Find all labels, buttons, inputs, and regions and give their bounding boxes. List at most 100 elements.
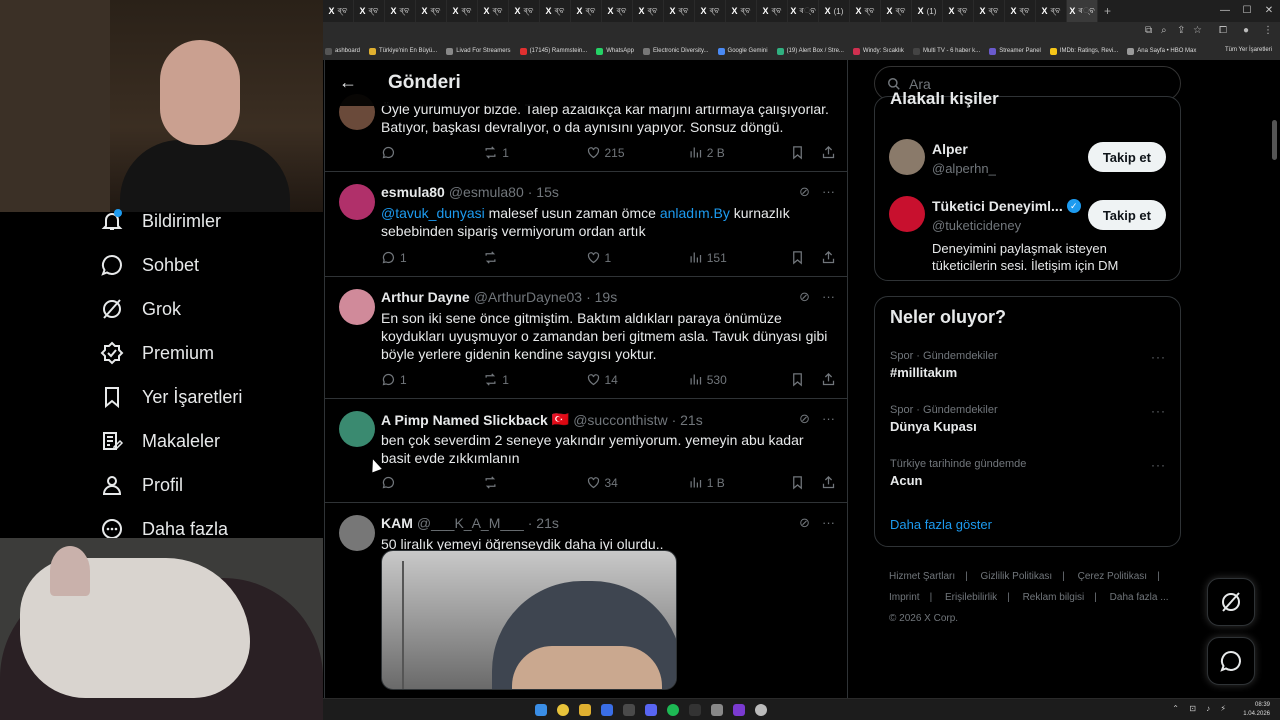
page-scrollbar[interactable] (1272, 120, 1277, 160)
bookmark-item[interactable]: Livad For Streamers (446, 47, 511, 55)
browser-tab[interactable]: X ৰ্‌ବ (943, 0, 974, 22)
browser-tab[interactable]: X ৰ্‌ବ (385, 0, 416, 22)
author-name[interactable]: A Pimp Named Slickback (381, 412, 548, 428)
browser-tab[interactable]: X ৰ্‌ବ (602, 0, 633, 22)
share-post-icon[interactable] (821, 250, 836, 265)
browser-tab[interactable]: X ৰ୍‌ବ (788, 0, 819, 22)
footer-link[interactable]: Gizlilik Politikası (981, 571, 1053, 582)
author-handle[interactable]: @esmula80 (449, 184, 524, 200)
browser-tab[interactable]: X ৰ্‌ବ (974, 0, 1005, 22)
star-icon[interactable]: ☆ (1193, 25, 1202, 36)
avatar[interactable] (889, 139, 925, 175)
trend-item[interactable]: Spor · Gündemdekiler #millitakım ··· (890, 350, 1166, 380)
install-icon[interactable]: ⧉ (1145, 25, 1152, 36)
like-button[interactable]: 1 (586, 250, 626, 265)
messages-fab-button[interactable] (1207, 637, 1255, 685)
share-post-icon[interactable] (821, 145, 836, 160)
post-time[interactable]: · 19s (586, 289, 617, 305)
bookmark-item[interactable]: WhatsApp (596, 47, 634, 55)
browser-tab[interactable]: X ৰ্‌ବ (695, 0, 726, 22)
bookmark-item[interactable]: (17145) Rammstein... (519, 47, 587, 55)
repost-button[interactable] (483, 475, 523, 490)
grok-icon[interactable]: ⊘ (799, 289, 810, 305)
trend-item[interactable]: Türkiye tarihinde gündemde Acun ··· (890, 458, 1166, 488)
repost-button[interactable]: 1 (483, 145, 523, 160)
more-options-icon[interactable]: ··· (822, 289, 835, 305)
more-options-icon[interactable]: ··· (1151, 458, 1166, 472)
views-button[interactable]: 1 B (688, 475, 728, 490)
file-explorer-icon[interactable] (579, 704, 591, 716)
views-button[interactable]: 2 B (688, 145, 728, 160)
author-handle[interactable]: @ArthurDayne03 (474, 289, 582, 305)
more-options-icon[interactable]: ··· (822, 184, 835, 200)
browser-tab[interactable]: X ৰ্‌ବ (509, 0, 540, 22)
browser-tab[interactable]: X (1) (912, 0, 943, 22)
url-link[interactable]: anladım.By (660, 205, 730, 221)
all-bookmarks-link[interactable]: Tüm Yer İşaretleri (1225, 47, 1272, 53)
more-options-icon[interactable]: ··· (1151, 404, 1166, 418)
follow-button[interactable]: Takip et (1087, 142, 1166, 172)
person-handle[interactable]: @alperhn_ (932, 161, 996, 176)
nav-profile[interactable]: Profil (100, 470, 183, 500)
profile-avatar-icon[interactable]: ● (1243, 25, 1249, 36)
avatar[interactable] (889, 196, 925, 232)
reply-button[interactable]: 1 (381, 372, 421, 387)
browser-tab[interactable]: X ৰ্‌ବ (726, 0, 757, 22)
repost-button[interactable] (483, 250, 523, 265)
author-name[interactable]: KAM (381, 515, 413, 531)
maximize-icon[interactable]: ☐ (1236, 0, 1258, 22)
bookmark-post-icon[interactable] (790, 145, 805, 160)
more-options-icon[interactable]: ··· (1151, 350, 1166, 364)
browser-tab[interactable]: X ৰ্‌ବ (1036, 0, 1067, 22)
nav-grok[interactable]: Grok (100, 294, 181, 324)
system-tray[interactable]: ⌃ ⊡ ♪ ⚡ (1172, 704, 1230, 713)
views-button[interactable]: 151 (688, 250, 728, 265)
stream-app-icon[interactable] (733, 704, 745, 716)
author-handle[interactable]: @___K_A_M___ (417, 515, 524, 531)
reply-post[interactable]: KAM @___K_A_M___ · 21s ⊘ ··· 50 liralık y… (325, 503, 847, 698)
nav-bookmarks[interactable]: Yer İşaretleri (100, 382, 242, 412)
reply-button[interactable] (381, 475, 421, 490)
author-name[interactable]: esmula80 (381, 184, 445, 200)
bookmark-item[interactable]: ashboard (325, 47, 360, 55)
browser-tab[interactable]: X ৰ্‌ବ (416, 0, 447, 22)
share-post-icon[interactable] (821, 372, 836, 387)
obs-icon[interactable] (711, 704, 723, 716)
browser-tab[interactable]: X ৰ্‌ବ (757, 0, 788, 22)
show-more-link[interactable]: Daha fazla göster (890, 517, 992, 532)
steam-icon[interactable] (623, 704, 635, 716)
bookmark-post-icon[interactable] (790, 250, 805, 265)
browser-tab[interactable]: X ৰ্‌ବ (571, 0, 602, 22)
avatar[interactable] (339, 515, 375, 551)
taskbar-clock[interactable]: 08:39 1.04.2026 (1243, 701, 1270, 719)
browser-tab[interactable]: X ৰ্‌ବ (633, 0, 664, 22)
zoom-icon[interactable]: ⌕ (1161, 25, 1167, 36)
bookmark-item[interactable]: Streamer Panel (989, 47, 1041, 55)
grok-icon[interactable]: ⊘ (799, 515, 810, 531)
browser-tab[interactable]: X ৰ্‌ବ (478, 0, 509, 22)
app-icon[interactable] (755, 704, 767, 716)
bookmark-item[interactable]: Multi TV - 6 haber k... (912, 47, 980, 55)
extensions-icon[interactable]: ⧠ (1219, 25, 1227, 36)
like-button[interactable]: 215 (586, 145, 626, 160)
nav-premium[interactable]: Premium (100, 338, 214, 368)
chrome-icon[interactable] (557, 704, 569, 716)
grok-icon[interactable]: ⊘ (799, 184, 810, 200)
person-name[interactable]: Alper (932, 141, 968, 157)
share-icon[interactable]: ⇪ (1177, 25, 1185, 36)
back-arrow-icon[interactable]: ← (339, 72, 357, 93)
discord-icon[interactable] (645, 704, 657, 716)
footer-link[interactable]: Erişilebilirlik (945, 592, 997, 603)
browser-tab[interactable]: X (1) (819, 0, 850, 22)
more-options-icon[interactable]: ··· (822, 515, 835, 531)
footer-link[interactable]: Imprint (889, 592, 920, 603)
follow-button[interactable]: Takip et (1087, 200, 1166, 230)
reply-button[interactable] (381, 145, 421, 160)
footer-link[interactable]: Hizmet Şartları (889, 571, 955, 582)
nav-notifications[interactable]: Bildirimler (100, 206, 221, 236)
browser-tab[interactable]: X ৰ্‌ବ (850, 0, 881, 22)
post-time[interactable]: · 15s (528, 184, 559, 200)
browser-tab[interactable]: X ৰ୍‌ବ (1067, 0, 1098, 22)
grok-icon[interactable]: ⊘ (799, 411, 810, 427)
reply-post[interactable]: esmula80 @esmula80 · 15s ⊘ ··· @tavuk_dun… (325, 172, 847, 277)
